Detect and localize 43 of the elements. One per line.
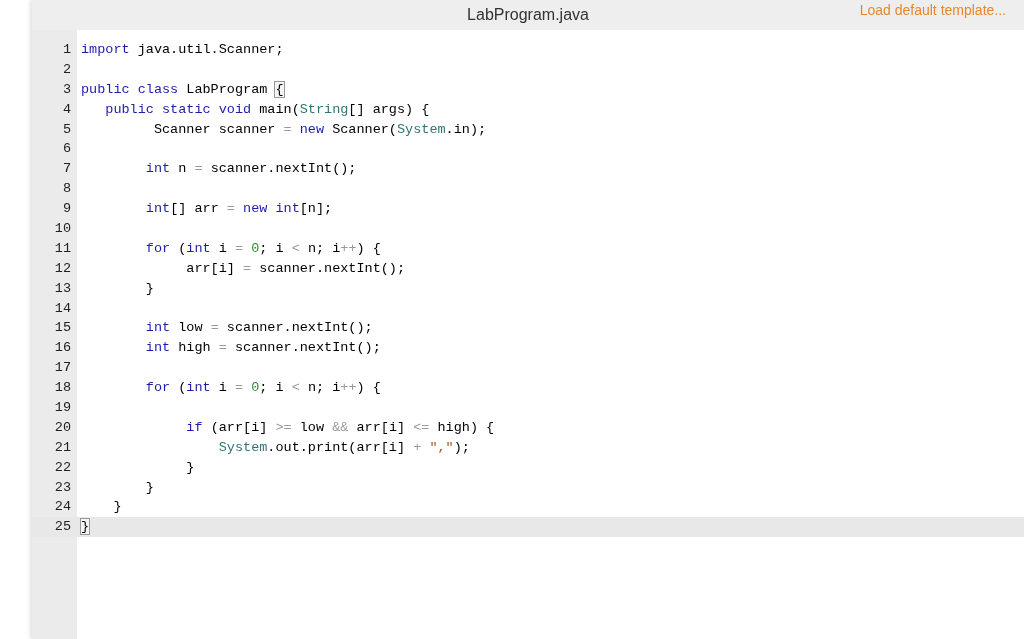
code-line: for (int i = 0; i < n; i++) { xyxy=(144,239,382,258)
line-number: 8 xyxy=(61,180,72,199)
line-number: 20 xyxy=(53,418,72,437)
line-number: 3 xyxy=(61,80,72,99)
line-number: 14 xyxy=(53,299,72,318)
line-number: 7 xyxy=(61,160,72,179)
code-line: for (int i = 0; i < n; i++) { xyxy=(144,379,382,398)
line-number: 4 xyxy=(61,100,72,119)
code-line: public class LabProgram { xyxy=(80,80,285,99)
code-line: int high = scanner.nextInt(); xyxy=(144,339,382,358)
line-number: 13 xyxy=(53,279,72,298)
file-title: LabProgram.java xyxy=(467,5,589,25)
code-line: } xyxy=(144,478,155,497)
code-line: } xyxy=(185,458,196,477)
code-line: import java.util.Scanner; xyxy=(80,41,285,59)
code-line: } xyxy=(144,279,155,298)
line-number: 19 xyxy=(53,399,72,418)
line-number: 15 xyxy=(53,319,72,338)
load-template-link[interactable]: Load default template... xyxy=(859,0,1006,21)
line-number: 11 xyxy=(53,239,72,258)
line-number: 1 xyxy=(61,41,72,59)
line-number: 9 xyxy=(61,200,72,219)
code-line: arr[i] = scanner.nextInt(); xyxy=(185,259,407,278)
line-number: 6 xyxy=(61,140,72,159)
line-number: 22 xyxy=(53,458,72,477)
code-line: public static void main(String[] args) { xyxy=(104,100,431,119)
code-line: } xyxy=(112,498,123,517)
line-number: 16 xyxy=(53,339,72,358)
code-line: if (arr[i] >= low && arr[i] <= high) { xyxy=(185,418,496,437)
line-number: 23 xyxy=(53,478,72,497)
line-number: 2 xyxy=(61,60,72,79)
line-number: 5 xyxy=(61,120,72,139)
line-number: 21 xyxy=(53,438,72,457)
code-line: int[] arr = new int[n]; xyxy=(144,200,334,219)
line-number: 12 xyxy=(53,259,72,278)
code-line: int low = scanner.nextInt(); xyxy=(144,319,374,338)
code-line: Scanner scanner = new Scanner(System.in); xyxy=(152,120,488,139)
code-line: System.out.print(arr[i] + ","); xyxy=(217,438,471,457)
line-number: 10 xyxy=(53,220,72,238)
line-number: 24 xyxy=(53,498,72,517)
line-number: 17 xyxy=(53,359,72,378)
line-number: 18 xyxy=(53,379,72,398)
code-line: int n = scanner.nextInt(); xyxy=(144,160,358,179)
